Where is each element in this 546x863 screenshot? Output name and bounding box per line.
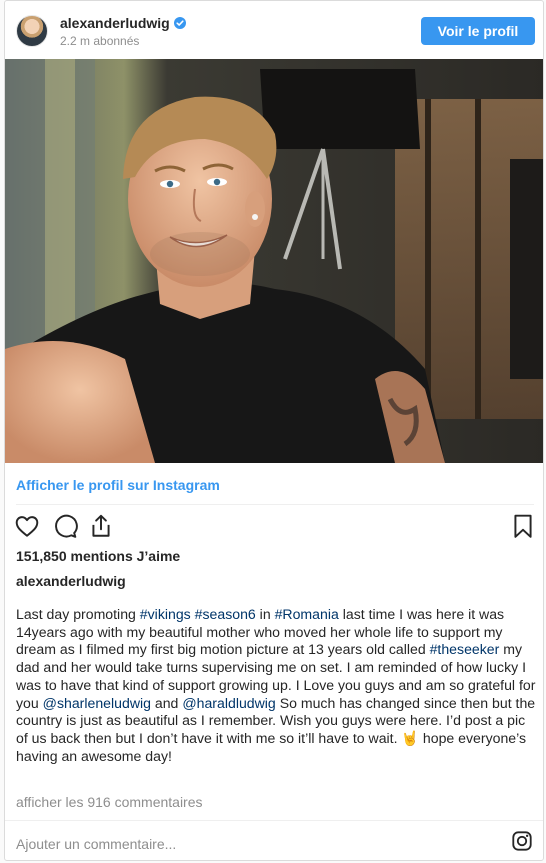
bookmark-icon[interactable]	[510, 513, 536, 541]
username[interactable]: alexanderludwig	[60, 15, 170, 31]
post-actions	[5, 513, 543, 541]
caption-hashtag-link[interactable]: #Romania	[275, 606, 339, 622]
heart-icon[interactable]	[14, 513, 40, 541]
caption-hashtag-link[interactable]: #vikings	[140, 606, 191, 622]
post-photo[interactable]	[5, 59, 543, 463]
comment-icon[interactable]	[52, 513, 78, 541]
post-caption: Last day promoting #vikings #season6 in …	[16, 606, 538, 765]
caption-hashtag-link[interactable]: #theseeker	[430, 641, 500, 657]
follower-count: 2.2 m abonnés	[60, 34, 140, 48]
post-author[interactable]: alexanderludwig	[16, 573, 126, 589]
view-profile-button[interactable]: Voir le profil	[421, 17, 535, 45]
caption-text: and	[150, 694, 183, 711]
divider	[16, 504, 534, 505]
caption-hashtag-link[interactable]: @haraldludwig	[182, 695, 275, 711]
caption-hashtag-link[interactable]: #season6	[195, 606, 256, 622]
like-count[interactable]: 151,850 mentions J’aime	[16, 548, 180, 564]
instagram-embed-card: alexanderludwig 2.2 m abonnés Voir le pr…	[4, 0, 544, 861]
view-all-comments-link[interactable]: afficher les 916 commentaires	[16, 794, 203, 810]
selfie-photo	[5, 59, 543, 463]
share-icon[interactable]	[88, 513, 114, 541]
add-comment-input[interactable]: Ajouter un commentaire...	[16, 836, 176, 852]
post-header: alexanderludwig 2.2 m abonnés Voir le pr…	[5, 1, 543, 59]
username-row: alexanderludwig	[60, 15, 186, 31]
view-profile-on-instagram-link[interactable]: Afficher le profil sur Instagram	[16, 477, 220, 493]
instagram-logo-icon[interactable]	[511, 830, 533, 852]
caption-text: in	[255, 606, 275, 622]
verified-badge-icon	[173, 17, 186, 29]
caption-text: Last day promoting	[16, 606, 140, 622]
divider	[5, 820, 543, 821]
caption-hashtag-link[interactable]: @sharleneludwig	[43, 695, 151, 711]
avatar[interactable]	[16, 15, 48, 47]
